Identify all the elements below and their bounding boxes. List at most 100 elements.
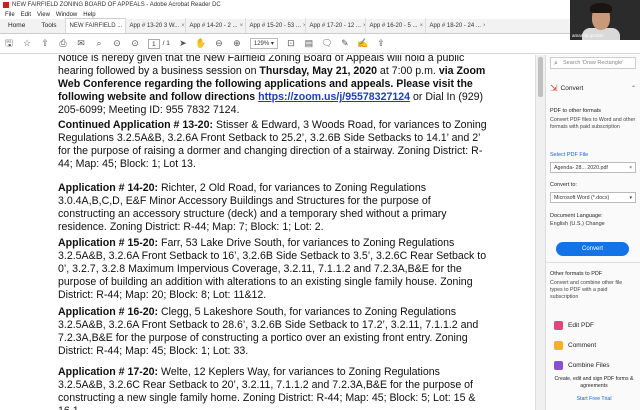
notice-time: at 7:00 p.m.: [376, 65, 439, 78]
doc-tab[interactable]: App # 13-20 3 W... ×: [124, 18, 185, 33]
doc-tab-label: App # 13-20 3 W...: [129, 22, 180, 29]
notice-date: Thursday, May 21, 2020: [259, 65, 377, 78]
selected-file-name: Agenda- 28... 2020.pdf: [554, 165, 608, 171]
print-icon[interactable]: ⎙: [54, 35, 72, 53]
doc-tab-label: App # 17-20 - 12 ...: [309, 22, 361, 29]
app-17-paragraph: Application # 17-20: Welte, 12 Keplers W…: [58, 366, 488, 410]
start-free-trial-link[interactable]: Start Free Trial: [554, 396, 634, 402]
scrollbar-thumb[interactable]: [538, 57, 543, 97]
close-icon[interactable]: ×: [483, 23, 485, 29]
comment-icon[interactable]: 🗨: [318, 35, 336, 53]
doc-tab[interactable]: NEW FAIRFIELD ...×: [64, 18, 125, 33]
tab-tools[interactable]: Tools: [33, 18, 64, 33]
doc-tab-label: App # 15-20 - 53 ...: [249, 22, 301, 29]
vertical-scrollbar[interactable]: [535, 55, 545, 410]
pen-icon[interactable]: ✎: [336, 35, 354, 53]
tool-combine-files[interactable]: Combine Files: [554, 359, 610, 371]
select-pdf-link[interactable]: Select PDF File: [550, 152, 588, 158]
pdf-to-other-heading: PDF to other formats: [550, 108, 602, 114]
document-page: Notice is hereby given that the New Fair…: [0, 55, 535, 410]
comment-icon: [554, 340, 563, 350]
app-14-paragraph: Application # 14-20: Richter, 2 Old Road…: [58, 182, 488, 234]
edit-pdf-icon: [554, 320, 563, 330]
other-formats-text: Convert and combine other file types to …: [550, 280, 623, 300]
combine-files-icon: [554, 360, 563, 370]
webcam-overlay: amanda gordon: [570, 0, 640, 40]
doc-tab[interactable]: App # 18-20 - 24 ...×: [424, 18, 485, 33]
zoom-value: 129%: [253, 41, 270, 47]
search-icon[interactable]: ⌕: [90, 35, 108, 53]
window-titlebar: NEW FAIRFIELD ZONING BOARD OF APPEALS - …: [0, 0, 640, 10]
zoom-link[interactable]: https://zoom.us/j/95578327124: [258, 91, 410, 103]
email-icon[interactable]: ✉: [72, 35, 90, 53]
notice-paragraph: Notice is hereby given that the New Fair…: [58, 55, 488, 117]
doc-tab-label: NEW FAIRFIELD ...: [69, 23, 123, 29]
zoom-out-icon[interactable]: ⊖: [210, 35, 228, 53]
scroll-mode-icon[interactable]: ▤: [300, 35, 318, 53]
right-tools-pane: ⌕ Search 'Draw Rectangle' ⇲ Convert ⌃ PDF…: [545, 55, 640, 410]
doc-language-value[interactable]: English (U.S.) Change: [550, 221, 605, 227]
select-icon[interactable]: ➤: [174, 35, 192, 53]
save-icon[interactable]: 🖫: [0, 35, 18, 53]
convert-to-value: Microsoft Word (*.docx): [554, 195, 610, 201]
tool-edit-pdf-label: Edit PDF: [568, 321, 595, 329]
page-number-input[interactable]: 1: [148, 38, 160, 49]
doc-tab[interactable]: App # 15-20 - 53 ...×: [244, 18, 305, 33]
export-pdf-icon: ⇲: [550, 82, 558, 93]
sign-icon[interactable]: ✍: [354, 35, 372, 53]
tab-bar: Home Tools NEW FAIRFIELD ...× App # 13-2…: [0, 18, 570, 34]
tool-edit-pdf[interactable]: Edit PDF: [554, 319, 594, 331]
chevron-up-icon[interactable]: ⌃: [631, 85, 636, 92]
prev-page-icon[interactable]: ⊙: [108, 35, 126, 53]
close-icon[interactable]: ×: [629, 163, 632, 173]
page-total: / 1: [162, 40, 170, 47]
upload-icon[interactable]: ⇧: [36, 35, 54, 53]
app-15-paragraph: Application # 15-20: Farr, 53 Lake Drive…: [58, 237, 488, 302]
app-14-title: Application # 14-20:: [58, 182, 159, 194]
acrobat-icon: [3, 2, 9, 8]
zoom-select[interactable]: 129% ▾: [249, 38, 278, 49]
close-icon[interactable]: ×: [420, 23, 424, 29]
convert-button[interactable]: Convert: [556, 242, 629, 256]
pane-divider: [546, 262, 640, 263]
next-page-icon[interactable]: ⊙: [126, 35, 144, 53]
app-13-paragraph: Continued Application # 13-20: Stisser &…: [58, 119, 488, 171]
share-icon[interactable]: ⇪: [372, 35, 390, 53]
app-15-title: Application # 15-20:: [58, 237, 159, 249]
export-pdf-header[interactable]: ⇲ Convert ⌃: [550, 81, 636, 95]
zoom-in-icon[interactable]: ⊕: [228, 35, 246, 53]
page-indicator: 1 / 1: [148, 38, 170, 49]
doc-tab[interactable]: App # 17-20 - 12 ...×: [304, 18, 365, 33]
app-16-paragraph: Application # 16-20: Clegg, 5 Lakeshore …: [58, 306, 488, 358]
participant-name: amanda gordon: [572, 33, 604, 38]
doc-tab-label: App # 18-20 - 24 ...: [429, 22, 481, 29]
doc-tab-label: App # 14-20 - 2 ...: [189, 22, 238, 29]
other-formats-heading: Other formats to PDF: [550, 271, 603, 277]
hand-icon[interactable]: ✋: [192, 35, 210, 53]
selected-file-field[interactable]: Agenda- 28... 2020.pdf ×: [550, 162, 636, 173]
convert-to-select[interactable]: Microsoft Word (*.docx) ▾: [550, 192, 636, 203]
main-toolbar: 🖫 ☆ ⇧ ⎙ ✉ ⌕ ⊙ ⊙ 1 / 1 ➤ ✋ ⊖ ⊕ 129% ▾ ⊡ ▤…: [0, 34, 640, 54]
close-icon[interactable]: ×: [240, 23, 244, 29]
doc-language-label: Document Language:: [550, 213, 603, 219]
tool-search-input[interactable]: ⌕ Search 'Draw Rectangle': [550, 57, 636, 69]
tool-combine-files-label: Combine Files: [568, 361, 610, 369]
fit-page-icon[interactable]: ⊡: [282, 35, 300, 53]
window-title: NEW FAIRFIELD ZONING BOARD OF APPEALS - …: [12, 2, 221, 8]
app-16-title: Application # 16-20:: [58, 306, 159, 318]
convert-to-label: Convert to:: [550, 182, 577, 188]
export-pdf-label: Convert: [560, 84, 584, 92]
trial-text: Create, edit and sign PDF forms & agreem…: [554, 376, 634, 389]
doc-tab[interactable]: App # 14-20 - 2 ... ×: [184, 18, 245, 33]
tool-search-placeholder: Search 'Draw Rectangle': [563, 60, 624, 66]
doc-tab-label: App # 16-20 - 5 ...: [369, 22, 418, 29]
tab-home[interactable]: Home: [0, 18, 33, 33]
tool-comment-label: Comment: [568, 341, 597, 349]
search-icon: ⌕: [554, 60, 558, 67]
app-17-title: Application # 17-20:: [58, 366, 159, 378]
star-icon[interactable]: ☆: [18, 35, 36, 53]
tool-comment[interactable]: Comment: [554, 339, 596, 351]
app-13-title: Continued Application # 13-20:: [58, 119, 213, 131]
person-hair: [590, 3, 612, 13]
doc-tab[interactable]: App # 16-20 - 5 ... ×: [364, 18, 425, 33]
